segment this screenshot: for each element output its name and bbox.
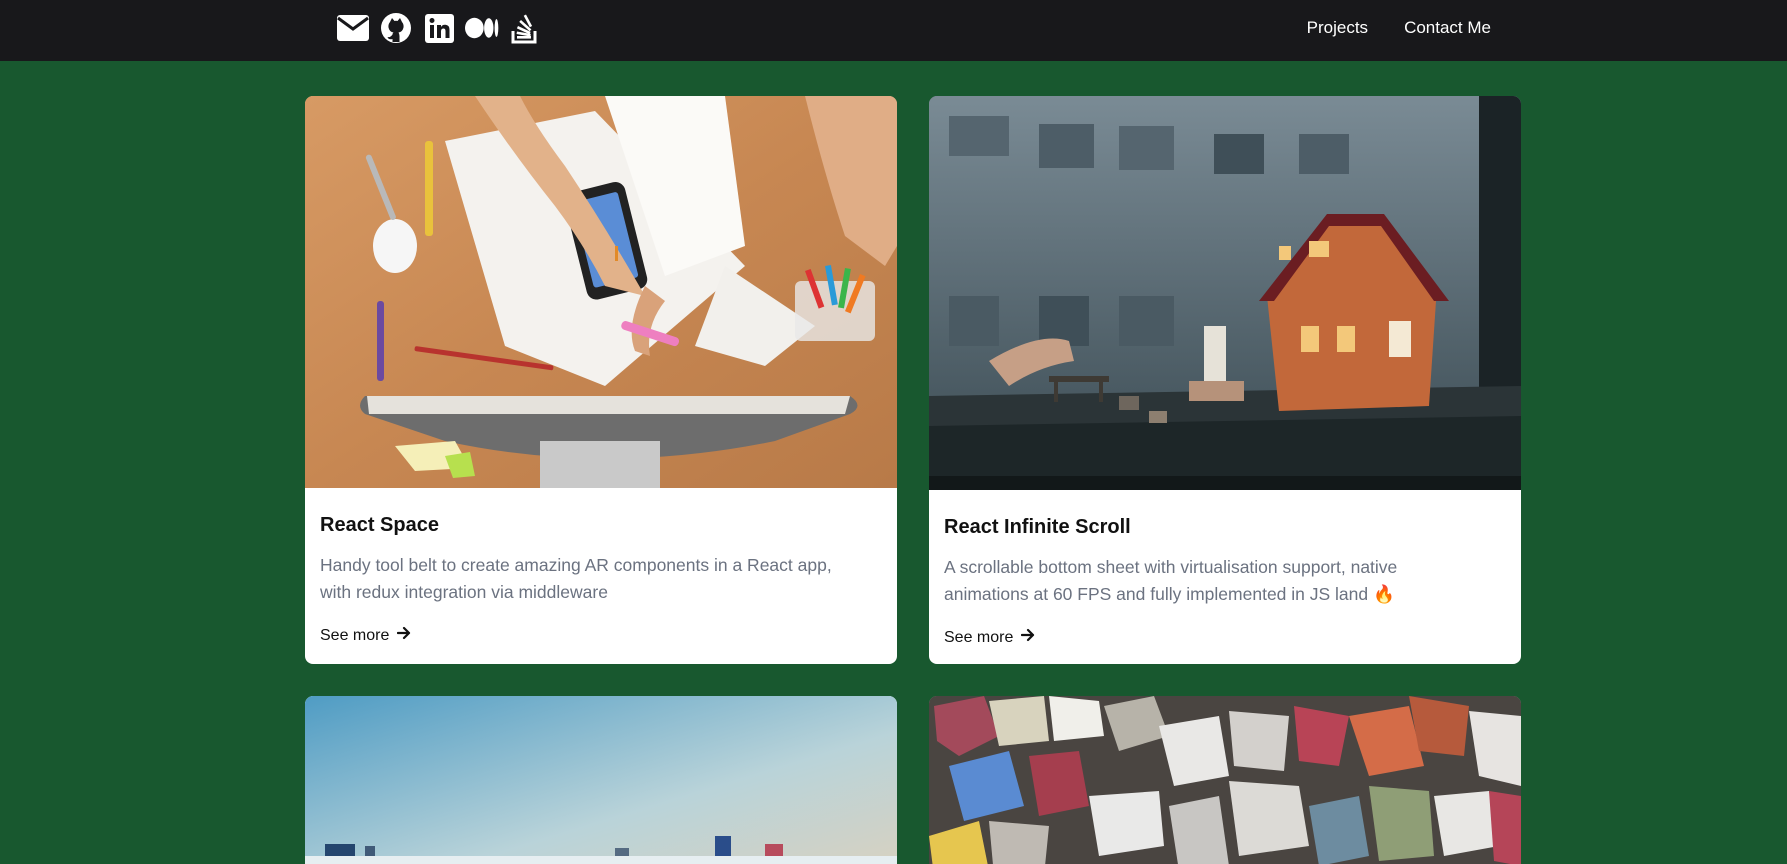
social-links xyxy=(336,11,542,45)
project-card-4 xyxy=(929,696,1521,864)
github-icon[interactable] xyxy=(379,12,413,44)
arrow-right-icon xyxy=(397,626,411,645)
see-more-link[interactable]: See more xyxy=(944,628,1035,647)
see-more-label: See more xyxy=(944,628,1014,646)
medium-icon[interactable] xyxy=(465,12,499,44)
project-card-react-infinite-scroll: React Infinite Scroll A scrollable botto… xyxy=(929,96,1521,664)
project-card-image xyxy=(305,696,897,864)
project-card-image xyxy=(929,96,1521,490)
project-card-image xyxy=(929,696,1521,864)
project-card-title: React Infinite Scroll xyxy=(944,516,1131,538)
nav-contact-link[interactable]: Contact Me xyxy=(1404,18,1491,38)
project-card-3 xyxy=(305,696,897,864)
stackoverflow-icon[interactable] xyxy=(508,12,542,44)
project-card-image xyxy=(305,96,897,488)
see-more-label: See more xyxy=(320,626,390,644)
project-card-title: React Space xyxy=(320,514,439,536)
see-more-link[interactable]: See more xyxy=(320,626,411,645)
arrow-right-icon xyxy=(1021,628,1035,647)
navbar: Projects Contact Me xyxy=(0,0,1787,61)
project-card-description: Handy tool belt to create amazing AR com… xyxy=(320,555,832,602)
nav-projects-link[interactable]: Projects xyxy=(1307,18,1368,38)
linkedin-icon[interactable] xyxy=(422,12,456,44)
project-card-description: A scrollable bottom sheet with virtualis… xyxy=(944,557,1398,604)
project-card-react-space: React Space Handy tool belt to create am… xyxy=(305,96,897,664)
nav-links: Projects Contact Me xyxy=(1307,18,1491,38)
envelope-icon[interactable] xyxy=(336,12,370,44)
